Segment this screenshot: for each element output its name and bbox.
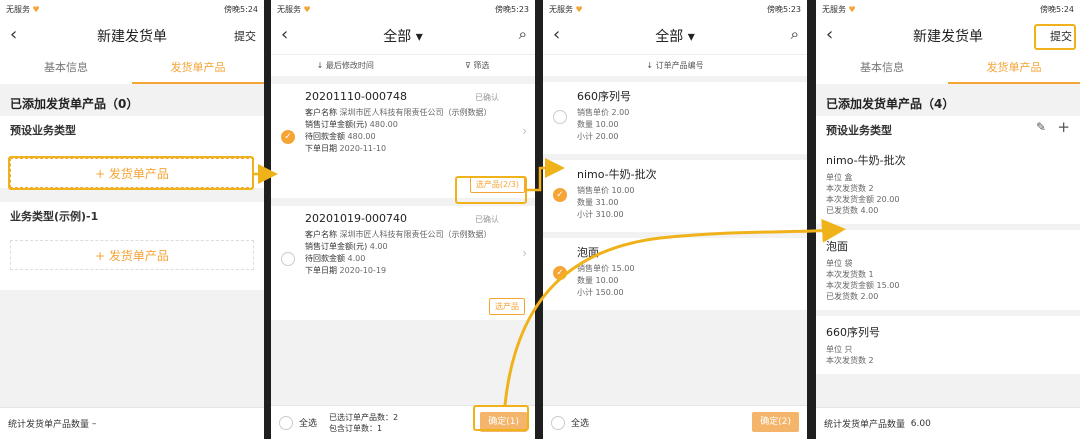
tutorial-stage: 无服务 ♥ 傍晚5:24 ‹ 新建发货单 提交 基本信息 发货单产品 已添加发货… [0,0,1080,439]
arrow-step2 [527,158,565,192]
flow-arrows [254,158,846,406]
arrow-step3 [503,218,846,406]
